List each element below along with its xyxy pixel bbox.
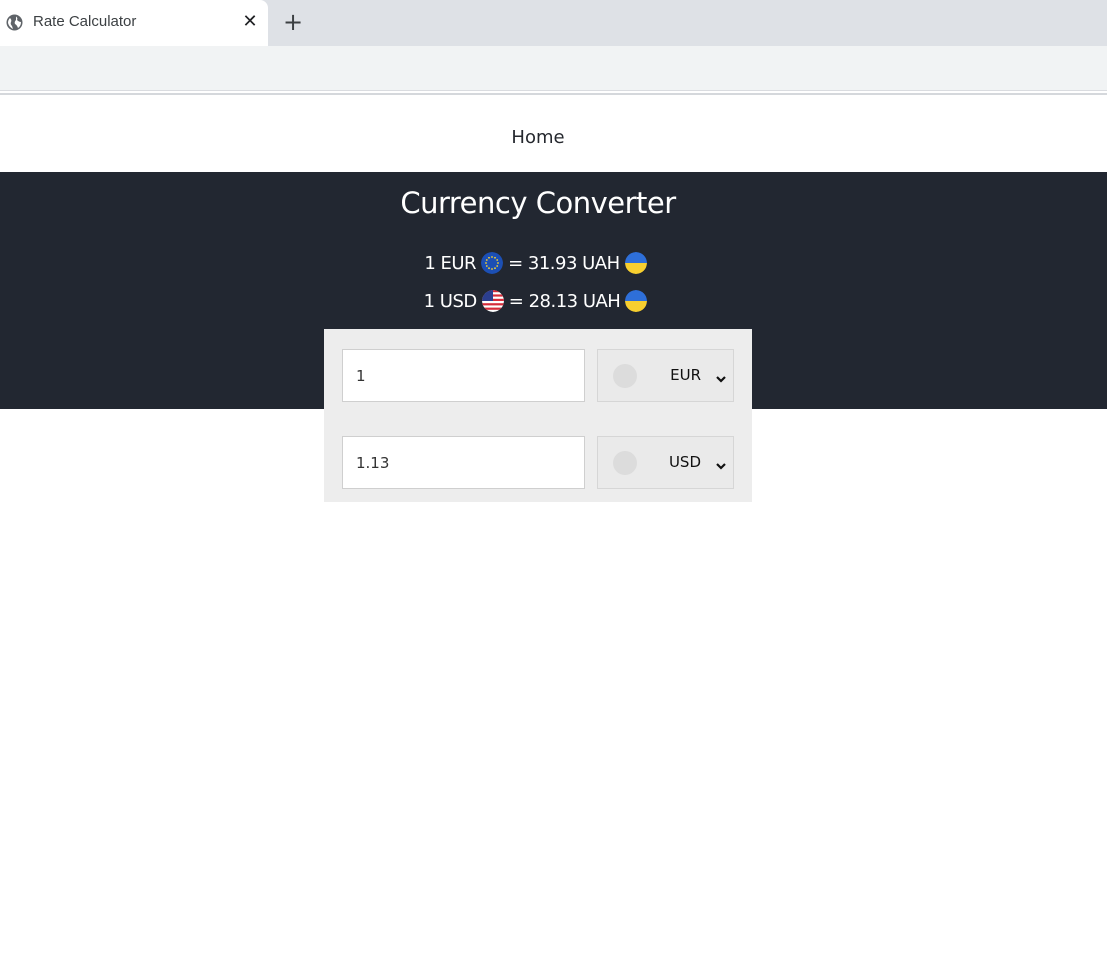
rate-base: 1 EUR <box>424 252 477 274</box>
nav-home-link[interactable]: Home <box>0 127 1076 148</box>
rate-row-eur: 1 EUR = 31.93 UAH <box>0 252 1076 274</box>
rate-row-usd: 1 USD = 28.13 UAH <box>0 290 1076 312</box>
globe-icon <box>6 14 23 31</box>
currency-flag-placeholder <box>613 364 637 388</box>
rate-base: 1 USD <box>423 290 478 312</box>
currency-select-from[interactable]: EUR <box>597 349 734 402</box>
chevron-down-icon <box>715 370 727 383</box>
ua-flag-icon <box>625 290 648 312</box>
currency-select-to[interactable]: USD <box>597 436 734 489</box>
tab-title: Rate Calculator <box>33 13 137 30</box>
us-flag-icon <box>481 290 504 312</box>
amount-input-to[interactable] <box>342 436 585 489</box>
currency-flag-placeholder <box>613 451 637 475</box>
currency-code: EUR <box>670 366 701 384</box>
close-icon[interactable]: ✕ <box>240 12 260 32</box>
browser-toolbar <box>0 46 1107 91</box>
eu-flag-icon <box>481 252 504 274</box>
plus-icon[interactable]: + <box>281 9 305 35</box>
nav-home-label[interactable]: Home <box>511 127 564 148</box>
amount-input-from[interactable] <box>342 349 585 402</box>
chevron-down-icon <box>715 457 727 470</box>
browser-tab[interactable]: Rate Calculator ✕ <box>0 0 268 46</box>
currency-code: USD <box>668 453 701 471</box>
rate-quote: = 31.93 UAH <box>508 252 620 274</box>
ua-flag-icon <box>624 252 647 274</box>
rate-quote: = 28.13 UAH <box>508 290 621 312</box>
page-title: Currency Converter <box>400 186 676 220</box>
